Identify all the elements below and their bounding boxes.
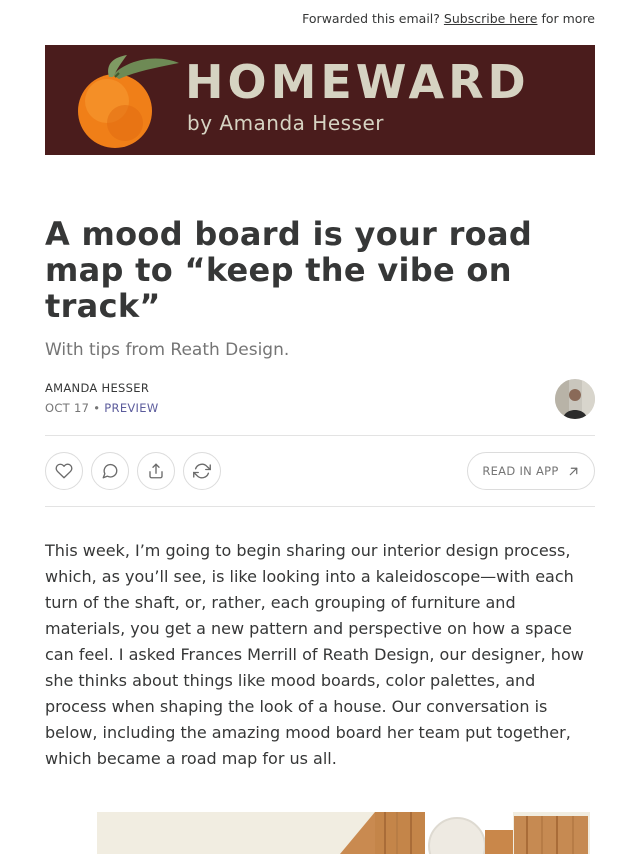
read-in-app-label: READ IN APP [482, 464, 559, 478]
post-date: OCT 17 [45, 401, 90, 415]
like-button[interactable] [45, 452, 83, 490]
orange-icon [78, 55, 179, 148]
mood-board-image[interactable] [97, 812, 590, 854]
read-in-app-button[interactable]: READ IN APP [467, 452, 595, 490]
avatar[interactable] [555, 379, 595, 419]
subscribe-link[interactable]: Subscribe here [444, 11, 538, 26]
share-icon [149, 463, 163, 479]
post-title[interactable]: A mood board is your road map to “keep t… [45, 216, 595, 324]
forwarded-prefix: Forwarded this email? [302, 11, 440, 26]
avatar-image [555, 379, 595, 419]
restack-icon [193, 463, 211, 479]
post-subtitle: With tips from Reath Design. [45, 340, 290, 360]
heart-icon [55, 463, 73, 479]
intro-paragraph: This week, I’m going to begin sharing ou… [45, 541, 584, 768]
arrow-up-right-icon [569, 467, 578, 475]
forwarded-notice: Forwarded this email? Subscribe here for… [302, 11, 595, 26]
brand-title: HOMEWARD [185, 55, 530, 109]
divider-bottom [45, 506, 595, 507]
forwarded-suffix: for more [541, 11, 595, 26]
restack-button[interactable] [183, 452, 221, 490]
preview-label: PREVIEW [104, 401, 159, 415]
brand-byline: by Amanda Hesser [187, 111, 385, 135]
publication-banner[interactable]: HOMEWARD by Amanda Hesser [45, 45, 595, 155]
author-name[interactable]: AMANDA HESSER [45, 381, 149, 395]
meta-separator: • [93, 401, 101, 415]
post-meta: OCT 17 • PREVIEW [45, 401, 158, 415]
share-button[interactable] [137, 452, 175, 490]
comment-icon [102, 463, 118, 479]
mood-board-collage [97, 812, 590, 854]
divider-top [45, 435, 595, 436]
comment-button[interactable] [91, 452, 129, 490]
